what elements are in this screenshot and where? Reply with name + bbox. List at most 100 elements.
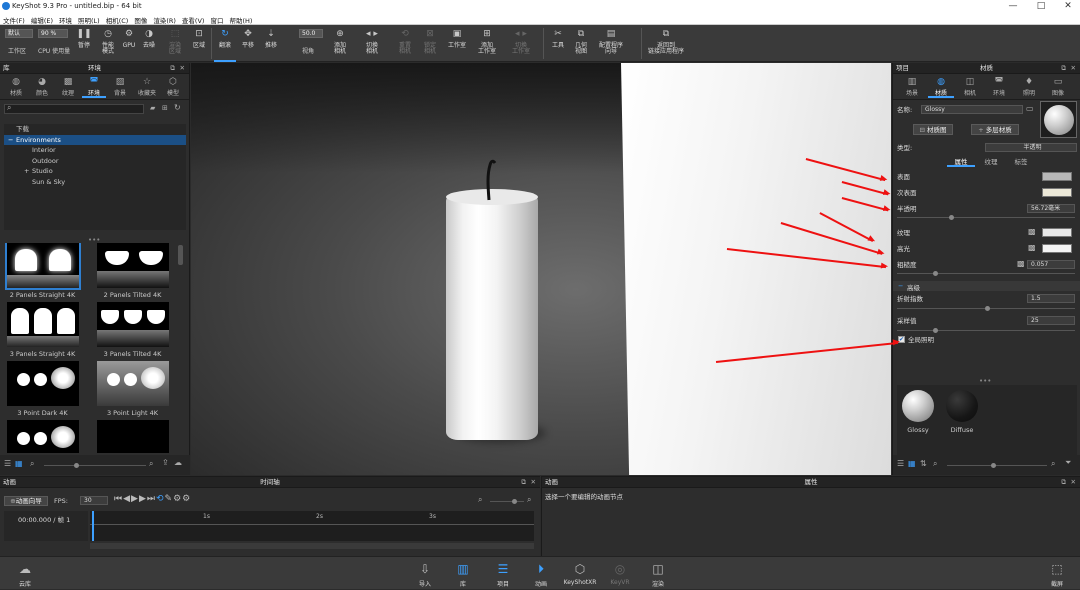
switch-studio-button[interactable]: ◂ ▸ 切换 工作室 bbox=[508, 25, 534, 62]
keyvr-button[interactable]: ◎ KeyVR bbox=[603, 557, 637, 590]
advanced-section-header[interactable]: − 高级 bbox=[893, 281, 1080, 292]
environment-thumbnail[interactable] bbox=[4, 420, 81, 453]
material-thumb-size-slider[interactable] bbox=[947, 463, 1047, 468]
fov-input[interactable]: 50.0 bbox=[299, 29, 323, 38]
tab-backplates[interactable]: ▨ 背景 bbox=[108, 74, 132, 98]
menu-camera[interactable]: 相机(C) bbox=[103, 13, 132, 25]
environment-thumbnail[interactable]: 2 Panels Tilted 4K bbox=[94, 243, 171, 300]
geometry-view-button[interactable]: ⧉ 几何 视图 bbox=[570, 25, 592, 62]
studio-button[interactable]: ▣ 工作室 bbox=[445, 25, 469, 62]
tab-material[interactable]: ◍ 材质 bbox=[928, 74, 954, 98]
reset-camera-button[interactable]: ⟲ 重置 相机 bbox=[393, 25, 417, 62]
material-thumb-glossy[interactable] bbox=[902, 390, 934, 422]
gpu-button[interactable]: ⚙ GPU bbox=[120, 25, 138, 62]
import-button[interactable]: ⇩ 导入 bbox=[408, 557, 442, 590]
folder-icon[interactable]: ▰ bbox=[150, 104, 155, 112]
material-preview[interactable] bbox=[1040, 101, 1077, 138]
screenshot-button[interactable]: ⬚ 截屏 bbox=[1040, 557, 1074, 590]
menu-image[interactable]: 图像 bbox=[131, 13, 150, 25]
material-graph-button[interactable]: ⊟ 材质图 bbox=[913, 124, 953, 135]
zoom-in-icon[interactable]: ⌕ bbox=[149, 459, 153, 469]
filter-icon[interactable]: ⏷ bbox=[1065, 458, 1071, 468]
fps-select[interactable]: 30 bbox=[80, 496, 108, 505]
tree-expander-icon[interactable]: + bbox=[24, 166, 32, 177]
cloud-library-button[interactable]: ☁ 云库 bbox=[8, 557, 42, 590]
tab-environment[interactable]: ◚ 环境 bbox=[986, 74, 1012, 98]
checker-icon[interactable]: ▩ bbox=[1017, 259, 1025, 268]
thumbnails-scrollbar[interactable] bbox=[178, 245, 183, 265]
zoom-in-icon[interactable]: ⌕ bbox=[1051, 459, 1055, 469]
menu-lighting[interactable]: 照明(L) bbox=[75, 13, 103, 25]
dolly-button[interactable]: ⇣ 推移 bbox=[260, 25, 282, 62]
translucency-input[interactable]: 56.72毫米 bbox=[1027, 204, 1075, 213]
subtab-properties[interactable]: 属性 bbox=[947, 156, 975, 167]
tab-materials[interactable]: ◍ 材质 bbox=[4, 74, 28, 98]
menu-edit[interactable]: 编辑(E) bbox=[28, 13, 56, 25]
specular-color-swatch[interactable] bbox=[1042, 244, 1072, 253]
zoom-in-icon[interactable]: ⌕ bbox=[527, 495, 531, 505]
save-material-icon[interactable]: ▭ bbox=[1026, 104, 1034, 113]
subsurface-color-swatch[interactable] bbox=[1042, 188, 1072, 197]
menu-view[interactable]: 查看(V) bbox=[179, 13, 208, 25]
tab-favorites[interactable]: ☆ 收藏夹 bbox=[134, 74, 160, 98]
samples-slider[interactable] bbox=[897, 328, 1075, 333]
keyshotxr-button[interactable]: ⬡ KeyShotXR bbox=[563, 557, 597, 590]
tab-environments[interactable]: ◚ 环境 bbox=[82, 74, 106, 98]
sort-icon[interactable]: ⇅ bbox=[920, 459, 927, 468]
grid-view-icon[interactable]: ▦ bbox=[908, 459, 916, 468]
float-panel-icon[interactable]: ⧉ bbox=[521, 477, 526, 488]
tree-item[interactable]: − Environments bbox=[4, 134, 186, 146]
tree-item[interactable]: Interior bbox=[4, 145, 186, 156]
close-panel-icon[interactable]: ✕ bbox=[1071, 63, 1076, 74]
tab-image[interactable]: ▭ 图像 bbox=[1045, 74, 1071, 98]
denoise-button[interactable]: ◑ 去噪 bbox=[139, 25, 159, 62]
step-back-icon[interactable]: ◀ bbox=[123, 494, 131, 504]
ior-input[interactable]: 1.5 bbox=[1027, 294, 1075, 303]
tree-expander-icon[interactable]: − bbox=[8, 135, 16, 146]
material-type-select[interactable]: 半透明 bbox=[985, 143, 1077, 152]
translucency-slider[interactable] bbox=[897, 215, 1075, 220]
environment-thumbnail[interactable]: 3 Panels Straight 4K bbox=[4, 302, 81, 359]
surface-color-swatch[interactable] bbox=[1042, 172, 1072, 181]
timeline-zoom-slider[interactable] bbox=[490, 499, 524, 504]
add-camera-button[interactable]: ⊕ 添加 相机 bbox=[328, 25, 352, 62]
float-panel-icon[interactable]: ⧉ bbox=[1061, 63, 1066, 74]
tab-colors[interactable]: ◕ 颜色 bbox=[30, 74, 54, 98]
add-folder-icon[interactable]: ⊞ bbox=[162, 104, 168, 112]
tab-scene[interactable]: ▥ 场景 bbox=[899, 74, 925, 98]
zoom-out-icon[interactable]: ⌕ bbox=[933, 459, 937, 469]
lock-camera-button[interactable]: ⊠ 锁定 相机 bbox=[418, 25, 442, 62]
settings-icon[interactable]: ⚙ bbox=[173, 494, 182, 504]
menu-window[interactable]: 窗口 bbox=[207, 13, 226, 25]
subtab-labels[interactable]: 标签 bbox=[1007, 156, 1035, 167]
menu-file[interactable]: 文件(F) bbox=[0, 13, 28, 25]
tree-item[interactable]: + Studio bbox=[4, 166, 186, 177]
close-panel-icon[interactable]: ✕ bbox=[180, 63, 185, 74]
menu-render[interactable]: 渲染(R) bbox=[150, 13, 179, 25]
configurator-wizard-button[interactable]: ▤ 配置程序 向导 bbox=[595, 25, 627, 62]
add-studio-button[interactable]: ⊞ 添加 工作室 bbox=[474, 25, 500, 62]
roughness-slider[interactable] bbox=[897, 271, 1075, 276]
minimize-button[interactable]: — bbox=[1002, 0, 1024, 13]
library-search-input[interactable] bbox=[4, 104, 144, 114]
close-panel-icon[interactable]: ✕ bbox=[531, 477, 536, 488]
pan-button[interactable]: ✥ 平移 bbox=[238, 25, 258, 62]
performance-mode-button[interactable]: ◷ 性能 模式 bbox=[96, 25, 120, 62]
refresh-icon[interactable]: ↻ bbox=[174, 103, 181, 112]
list-view-icon[interactable]: ☰ bbox=[897, 459, 904, 468]
workspace-select[interactable]: 默认 bbox=[5, 29, 33, 38]
list-view-icon[interactable]: ☰ bbox=[4, 459, 11, 468]
tab-lighting[interactable]: ♦ 照明 bbox=[1016, 74, 1042, 98]
loop-icon[interactable]: ⟲ bbox=[156, 494, 165, 504]
pause-button[interactable]: ❚❚ 暂停 bbox=[74, 25, 94, 62]
thumbnail-size-slider[interactable] bbox=[44, 463, 146, 468]
close-button[interactable]: ✕ bbox=[1057, 0, 1079, 13]
texture-color-swatch[interactable] bbox=[1042, 228, 1072, 237]
step-forward-icon[interactable]: ▶ bbox=[139, 494, 147, 504]
cpu-usage-select[interactable]: 90 % bbox=[38, 29, 68, 38]
project-button[interactable]: ☰ 项目 bbox=[486, 557, 520, 590]
go-start-icon[interactable]: ⏮ bbox=[114, 494, 123, 504]
back-to-linked-app-button[interactable]: ⧉ 返回到 链接应用程序 bbox=[646, 25, 686, 62]
maximize-button[interactable]: □ bbox=[1030, 0, 1052, 13]
environment-thumbnail[interactable]: 3 Panels Tilted 4K bbox=[94, 302, 171, 359]
